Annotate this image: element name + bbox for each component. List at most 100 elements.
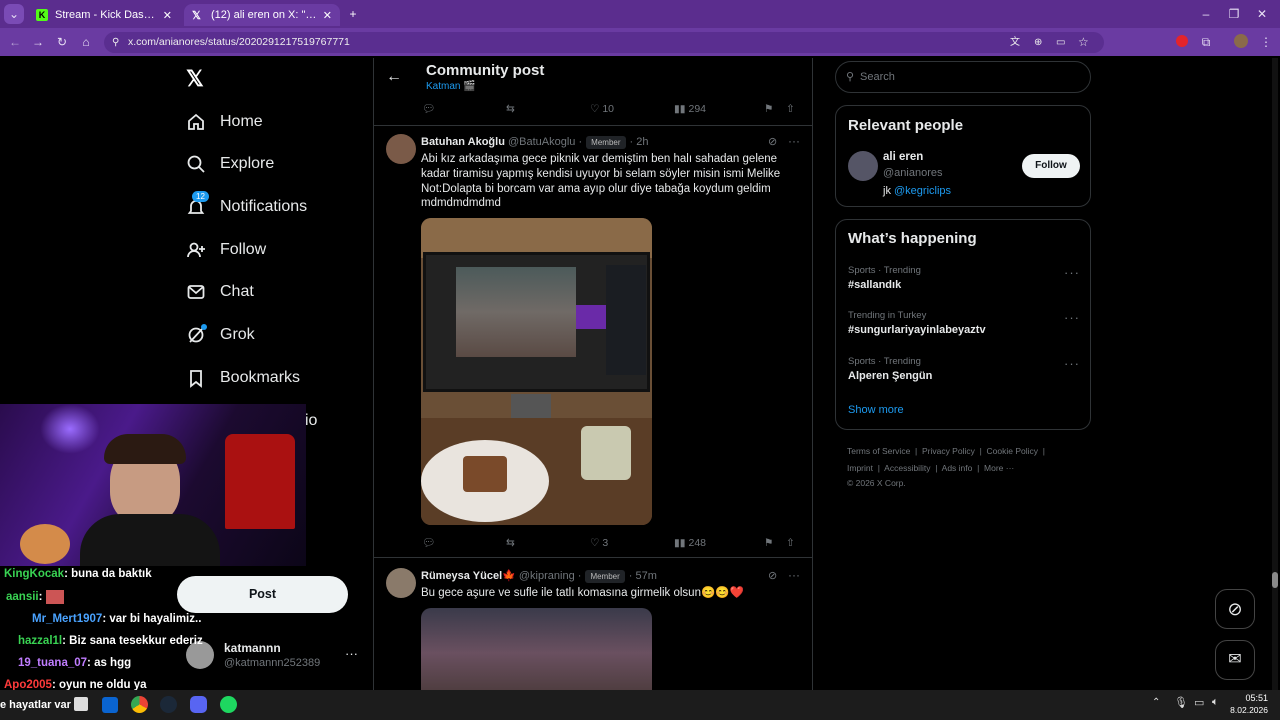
x-logo-icon[interactable]: 𝕏 (186, 66, 204, 92)
post-actions: 💬︎ ⇆ ♡ 10 ▮▮ 294 ⚑ ⇧ (422, 102, 802, 116)
bookmark-icon[interactable]: ⚑ (764, 103, 786, 115)
star-icon[interactable]: ☆ (1078, 32, 1089, 53)
new-tab-icon[interactable]: + (343, 4, 363, 24)
nav-home[interactable]: Home (186, 105, 263, 139)
forward-icon[interactable]: → (28, 32, 48, 52)
footer-link[interactable]: Privacy Policy (922, 446, 975, 456)
tab-x-post[interactable]: 𝕏 (12) ali eren on X: "Dark Souls ✕ (184, 4, 340, 26)
author-handle[interactable]: @BatuAkoglu (508, 136, 575, 148)
search-icon: ⚲ (846, 71, 855, 83)
translate-icon[interactable]: 文 (1010, 32, 1020, 53)
grok-float-icon[interactable]: ⊘ (1215, 589, 1255, 629)
more-icon[interactable]: ··· (1064, 265, 1080, 280)
menu-icon[interactable]: ⋮ (1256, 32, 1276, 52)
close-icon[interactable]: ✕ (323, 9, 332, 22)
footer-link[interactable]: Terms of Service (847, 446, 910, 456)
footer-link[interactable]: Accessibility (884, 463, 930, 473)
person-name[interactable]: ali eren (883, 151, 923, 163)
tab-list-icon[interactable]: ⌄ (4, 4, 24, 24)
chrome-icon[interactable] (131, 696, 148, 713)
spotify-icon[interactable] (220, 696, 237, 713)
author-handle[interactable]: @kipraning (519, 570, 575, 582)
account-more-icon[interactable]: ··· (345, 646, 358, 661)
show-more-link[interactable]: Show more (848, 404, 904, 416)
kick-icon: K (36, 9, 48, 21)
more-icon[interactable]: ··· (788, 568, 800, 582)
extension-icon[interactable] (1176, 35, 1188, 47)
more-icon[interactable]: ··· (788, 134, 800, 148)
repost-icon[interactable]: ⇆ (506, 537, 590, 549)
nav-notifications[interactable]: 12 Notifications (186, 190, 307, 224)
search-input[interactable]: ⚲ Search (835, 61, 1091, 93)
avatar[interactable] (848, 151, 878, 181)
share-icon[interactable]: ⇧ (786, 537, 795, 549)
nav-grok[interactable]: Grok (186, 318, 255, 352)
back-icon[interactable]: ← (5, 32, 25, 52)
post-image[interactable] (421, 218, 652, 525)
site-info-icon[interactable]: ⚲ (112, 32, 119, 53)
profile-avatar[interactable] (1234, 34, 1248, 48)
bell-icon: 12 (186, 191, 209, 217)
views-button[interactable]: ▮▮ 294 (674, 103, 764, 115)
minimize-icon[interactable]: – (1196, 4, 1216, 24)
grok-icon[interactable]: ⊘ (768, 569, 777, 582)
volume-icon[interactable]: 🔈︎ (1212, 696, 1219, 709)
clock-time[interactable]: 05:51 (1236, 693, 1268, 703)
grok-icon (186, 324, 207, 345)
author-name[interactable]: Rümeysa Yücel🍁 (421, 570, 516, 582)
follow-button[interactable]: Follow (1022, 154, 1080, 178)
steam-icon[interactable] (160, 696, 177, 713)
network-icon[interactable]: ▭ (1194, 696, 1204, 709)
trend-item[interactable]: Sports · Trending #sallandık ··· (848, 265, 1080, 291)
nav-follow[interactable]: Follow (186, 233, 266, 267)
bookmark-icon[interactable]: ⚑ (764, 537, 786, 549)
footer-link[interactable]: Ads info (942, 463, 973, 473)
tab-kick-dashboard[interactable]: K Stream - Kick Dashboard ✕ (28, 4, 180, 26)
footer-link[interactable]: More ··· (984, 463, 1014, 473)
discord-icon[interactable] (190, 696, 207, 713)
window-close-icon[interactable]: ✕ (1252, 4, 1272, 24)
share-icon[interactable]: ⇧ (786, 103, 795, 115)
grok-icon[interactable]: ⊘ (768, 135, 777, 148)
cast-icon[interactable]: ▭ (1056, 32, 1065, 53)
more-icon[interactable]: ··· (1064, 310, 1080, 325)
close-icon[interactable]: ✕ (163, 9, 172, 22)
search-icon (186, 154, 206, 174)
tray-chevron-icon[interactable]: ⌃ (1152, 697, 1160, 708)
avatar[interactable] (386, 134, 416, 164)
like-button[interactable]: ♡ 10 (590, 103, 674, 115)
scrollbar-thumb[interactable] (1272, 572, 1278, 588)
footer-link[interactable]: Cookie Policy (987, 446, 1039, 456)
reply-icon[interactable]: 💬︎ (422, 102, 506, 115)
post-image[interactable] (421, 608, 652, 690)
author-name[interactable]: Batuhan Akoğlu (421, 136, 505, 148)
bio-link[interactable]: @kegriclips (894, 185, 951, 197)
home-browser-icon[interactable]: ⌂ (76, 32, 96, 52)
footer-link[interactable]: Imprint (847, 463, 873, 473)
address-bar[interactable]: ⚲ x.com/anianores/status/202029121751976… (104, 32, 1104, 53)
person-handle[interactable]: @anianores (883, 167, 942, 179)
stream-chat: KingKocak: buna da baktık aansii: Mr_Mer… (0, 566, 215, 691)
like-button[interactable]: ♡ 3 (590, 537, 674, 549)
back-arrow-icon[interactable]: ← (386, 68, 402, 86)
trend-item[interactable]: Trending in Turkey #sungurlariyayinlabey… (848, 310, 1080, 336)
scrollbar[interactable] (1272, 58, 1278, 690)
nav-explore[interactable]: Explore (186, 147, 274, 181)
restore-icon[interactable]: ❐ (1224, 4, 1244, 24)
store-icon[interactable] (74, 697, 88, 711)
nav-bookmarks[interactable]: Bookmarks (186, 361, 300, 395)
reload-icon[interactable]: ↻ (52, 32, 72, 52)
clock-date[interactable]: 8.02.2026 (1226, 705, 1268, 715)
messages-float-icon[interactable]: ✉ (1215, 640, 1255, 680)
extensions-puzzle-icon[interactable]: ⧉ (1196, 32, 1216, 52)
more-icon[interactable]: ··· (1064, 356, 1080, 371)
reply-icon[interactable]: 💬︎ (422, 536, 506, 549)
zoom-icon[interactable]: ⊕ (1034, 32, 1042, 53)
nav-chat[interactable]: Chat (186, 275, 254, 309)
repost-icon[interactable]: ⇆ (506, 103, 590, 115)
trend-item[interactable]: Sports · Trending Alperen Şengün ··· (848, 356, 1080, 382)
views-button[interactable]: ▮▮ 248 (674, 537, 764, 549)
outlook-icon[interactable] (102, 697, 118, 713)
avatar[interactable] (386, 568, 416, 598)
microphone-icon[interactable]: 🎙︎ (1174, 696, 1188, 709)
